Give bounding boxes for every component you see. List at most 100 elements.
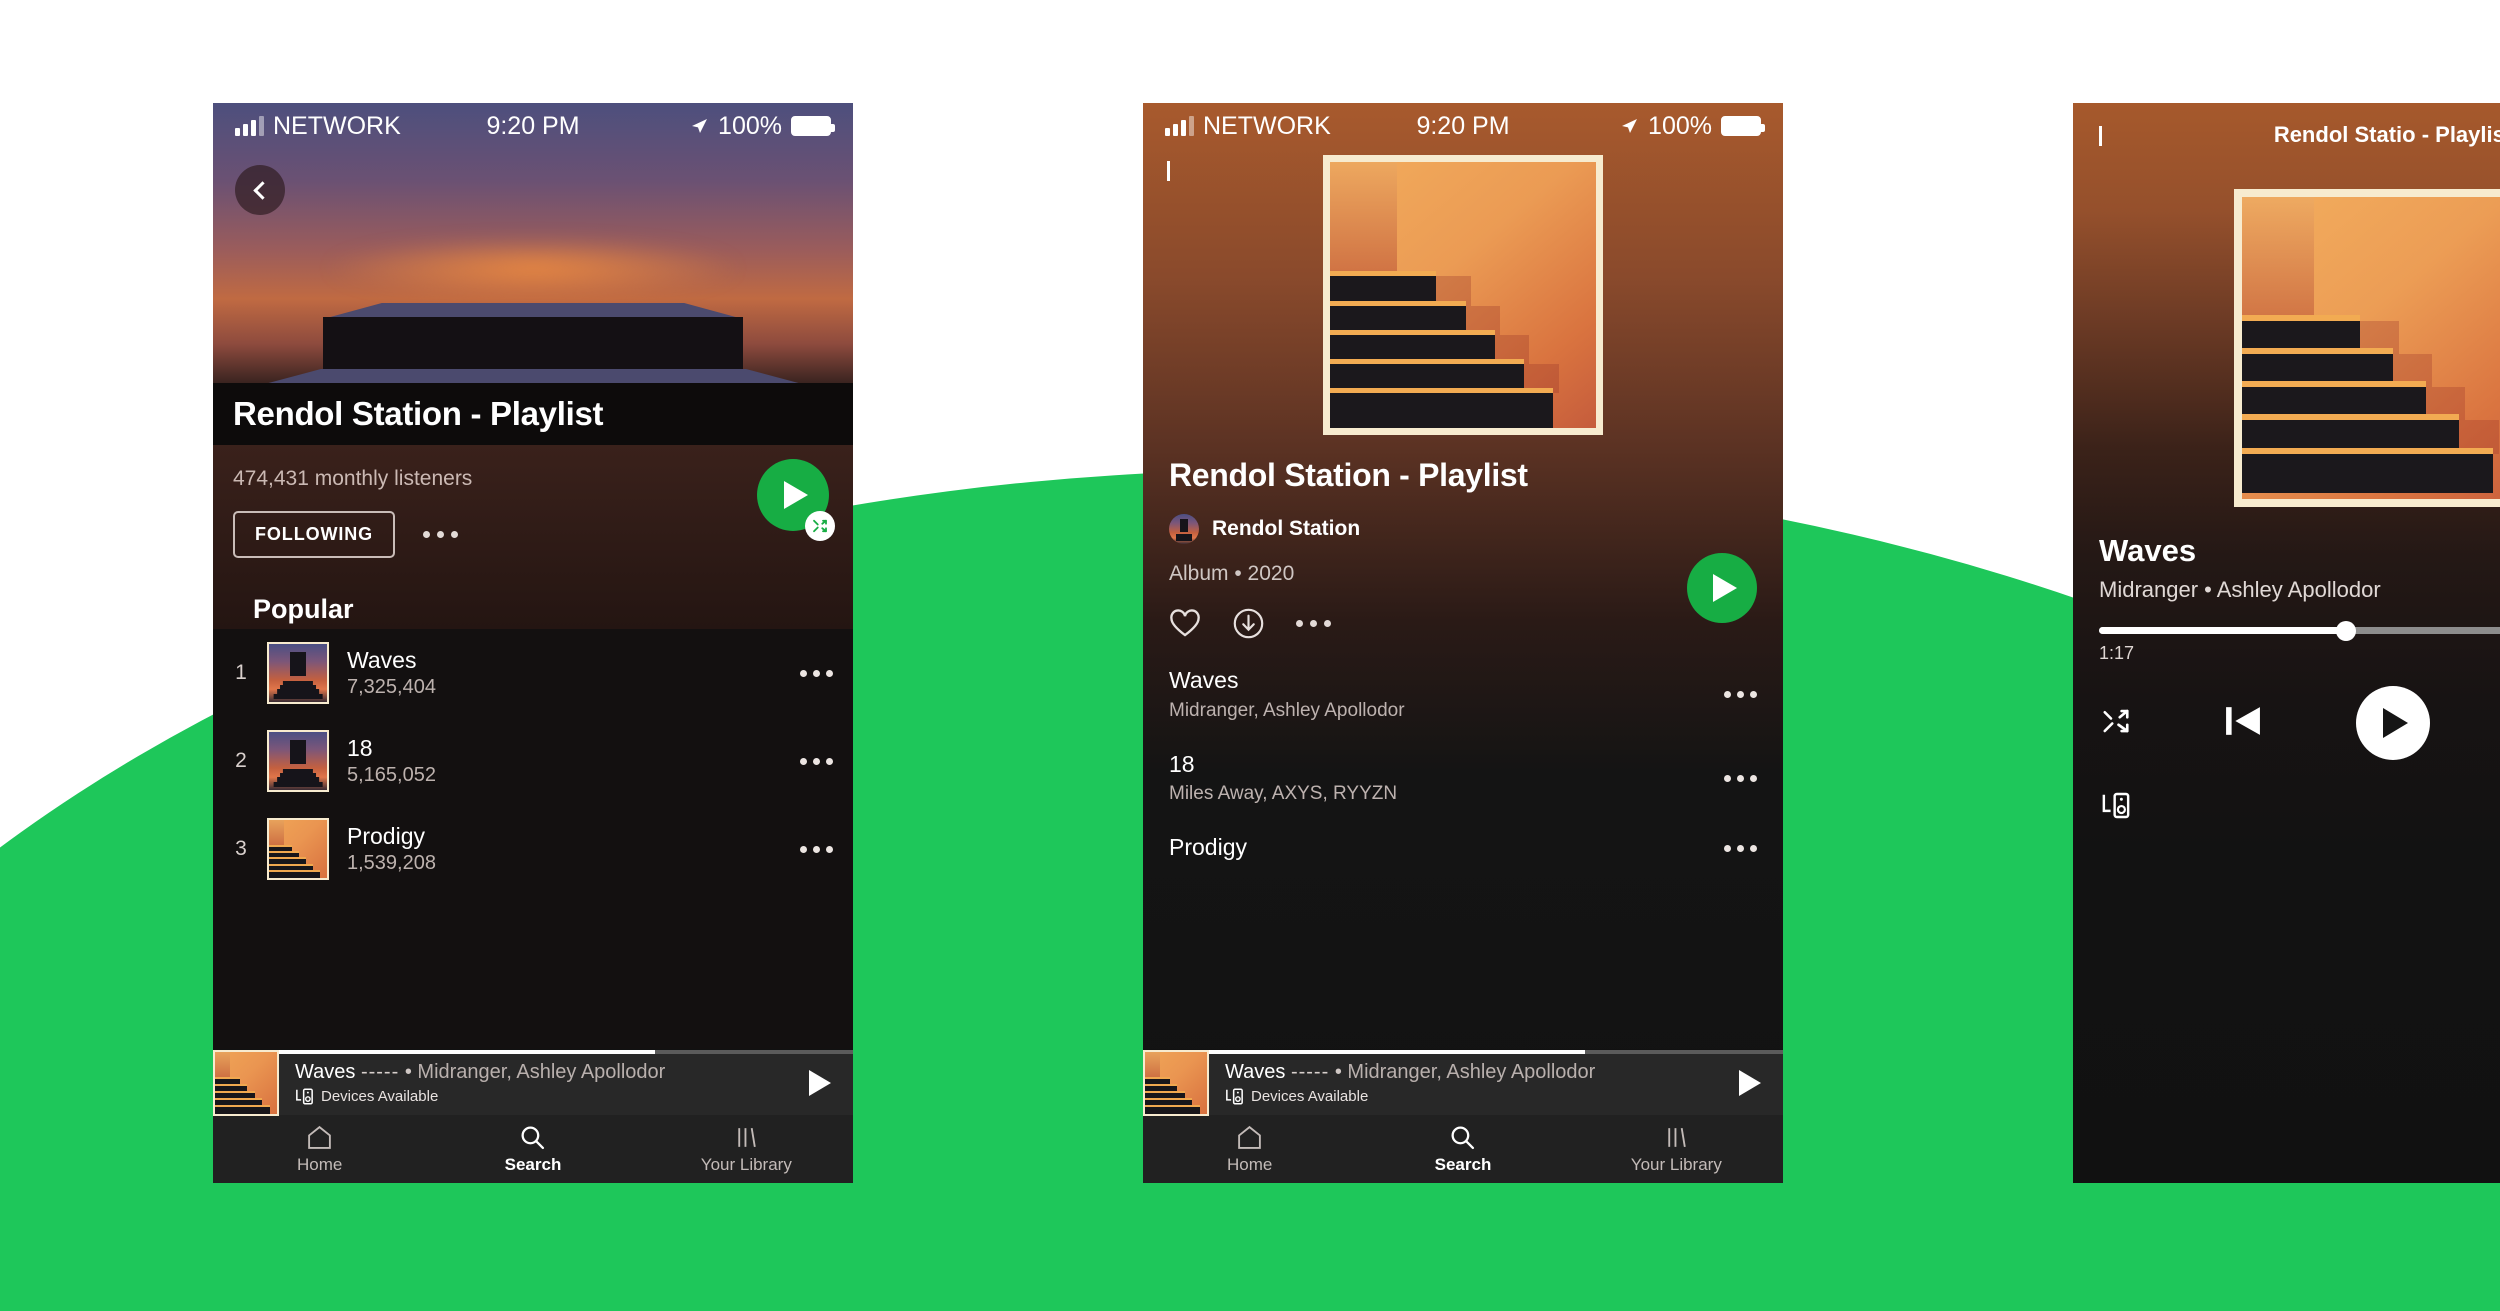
album-type-year: Album • 2020: [1169, 562, 1295, 585]
phone-artist-page: NETWORK 9:20 PM 100% Rendol Station - Pl…: [213, 103, 853, 1183]
devices-available-label: Devices Available: [321, 1088, 439, 1105]
track-play-count: 5,165,052: [347, 764, 436, 787]
hero-step-top-2: [261, 369, 806, 383]
sunset-glow: [328, 238, 738, 298]
table-row[interactable]: 1 Waves 7,325,404: [213, 629, 853, 717]
nav-label: Your Library: [700, 1154, 792, 1174]
nav-label: Search: [1434, 1154, 1492, 1174]
play-pause-button[interactable]: [2355, 686, 2430, 760]
mini-player-separator: •: [404, 1061, 412, 1083]
back-button[interactable]: [235, 165, 285, 215]
more-horizontal-icon[interactable]: [800, 669, 833, 677]
list-item[interactable]: Prodigy: [1143, 820, 1783, 876]
mini-player-progress: [213, 1050, 853, 1054]
track-name: Prodigy: [347, 822, 425, 849]
devices-available-row[interactable]: Devices Available: [295, 1088, 787, 1105]
mini-player-text: Waves ----- • Midranger, Ashley Apollodo…: [1209, 1060, 1717, 1105]
page-title: Rendol Station - Playlist: [233, 395, 604, 432]
album-actions: [1169, 608, 1757, 639]
nav-item-home[interactable]: Home: [213, 1124, 426, 1175]
track-artwork-stairs: [267, 818, 329, 880]
track-name: 18: [347, 734, 373, 761]
more-horizontal-icon[interactable]: [1724, 774, 1757, 782]
play-button[interactable]: [1687, 553, 1757, 623]
avatar: [1169, 514, 1199, 544]
devices-available-icon: [296, 1088, 313, 1105]
nav-item-search[interactable]: Search: [1356, 1124, 1569, 1175]
nav-label: Home: [296, 1154, 343, 1174]
track-rank: 3: [235, 837, 247, 860]
album-title: Rendol Station - Playlist: [1169, 457, 1528, 493]
table-row[interactable]: 3 Prodigy 1,539,208: [213, 805, 853, 893]
more-horizontal-icon[interactable]: [423, 531, 459, 538]
play-icon: [2383, 708, 2408, 738]
mini-player-artwork: [213, 1049, 279, 1116]
mini-player-artwork: [1143, 1049, 1209, 1116]
track-name: Prodigy: [1169, 834, 1247, 861]
library-icon: [1668, 1127, 1686, 1147]
devices-button[interactable]: [2101, 792, 2131, 824]
seek-slider[interactable]: [2099, 620, 2500, 641]
track-info: 18 5,165,052: [347, 734, 782, 789]
track-artwork-sunset: [267, 730, 329, 792]
artist-row[interactable]: Rendol Station: [1169, 514, 1757, 544]
mini-player-phone1[interactable]: Waves ----- • Midranger, Ashley Apollodo…: [213, 1049, 853, 1116]
mini-player-track: Waves: [295, 1061, 356, 1083]
table-row[interactable]: 2 18 5,165,052: [213, 717, 853, 805]
list-item[interactable]: 18 Miles Away, AXYS, RYYZN: [1143, 737, 1783, 821]
previous-button[interactable]: [2223, 702, 2263, 745]
devices-available-label: Devices Available: [1251, 1088, 1369, 1105]
nav-label: Search: [504, 1154, 562, 1174]
chevron-down-icon: [2099, 126, 2102, 146]
nav-item-home[interactable]: Home: [1143, 1124, 1356, 1175]
battery-full-icon: [1721, 116, 1765, 136]
shuffle-button[interactable]: [2101, 706, 2131, 741]
mini-player-phone2[interactable]: Waves ----- • Midranger, Ashley Apollodo…: [1143, 1049, 1783, 1116]
nav-item-search[interactable]: Search: [426, 1124, 639, 1175]
shuffle-icon[interactable]: [805, 511, 835, 541]
status-right: 100%: [689, 112, 835, 141]
seek-times: 1:17 3:08: [2099, 643, 2500, 664]
play-icon: [1739, 1069, 1761, 1096]
status-left: NETWORK: [235, 112, 401, 141]
search-icon: [1451, 1125, 1475, 1149]
search-icon: [521, 1125, 545, 1149]
now-playing-info: Waves Midranger • Ashley Apollodor: [2073, 507, 2500, 603]
battery-full-icon: [791, 116, 835, 136]
more-horizontal-icon[interactable]: [1724, 844, 1757, 852]
track-name: 18: [1169, 750, 1195, 777]
screenshot-canvas: NETWORK 9:20 PM 100% Rendol Station - Pl…: [0, 0, 2500, 1311]
mini-player-play-button[interactable]: [1717, 1069, 1783, 1096]
album-track-list: Waves Midranger, Ashley Apollodor 18 Mil…: [1143, 653, 1783, 1049]
nav-label: Home: [1226, 1154, 1273, 1174]
more-horizontal-icon[interactable]: [800, 757, 833, 765]
mini-player-play-button[interactable]: [787, 1069, 853, 1096]
chevron-left-icon: [252, 180, 272, 200]
more-horizontal-icon[interactable]: [1724, 691, 1757, 699]
heart-outline-icon[interactable]: [1169, 608, 1201, 639]
nav-item-your-library[interactable]: Your Library: [640, 1124, 853, 1175]
mini-player-separator: •: [1334, 1061, 1342, 1083]
mini-player-track: Waves: [1225, 1061, 1286, 1083]
collapse-button[interactable]: [2099, 126, 2102, 146]
track-artists: Midranger, Ashley Apollodor: [1169, 699, 1405, 721]
now-playing-title: Rendol Statio - Playlist: [2273, 122, 2500, 147]
more-horizontal-icon[interactable]: [1296, 620, 1331, 627]
download-circle-icon[interactable]: [1233, 608, 1264, 639]
mini-player-dashes: -----: [360, 1061, 400, 1083]
phone-now-playing: Rendol Statio - Playlist Waves Midranger…: [2073, 103, 2500, 1183]
play-icon: [809, 1069, 831, 1096]
track-play-count: 7,325,404: [347, 676, 436, 699]
more-horizontal-icon[interactable]: [800, 845, 833, 853]
nav-item-your-library[interactable]: Your Library: [1570, 1124, 1783, 1175]
library-icon: [738, 1127, 756, 1147]
devices-available-row[interactable]: Devices Available: [1225, 1088, 1717, 1105]
back-button[interactable]: [1167, 161, 1170, 181]
phone-album-page: NETWORK 9:20 PM 100% Rendol Station - Pl…: [1143, 103, 1783, 1183]
devices-available-icon: [2102, 792, 2130, 819]
status-right: 100%: [1619, 112, 1765, 141]
list-item[interactable]: Waves Midranger, Ashley Apollodor: [1143, 653, 1783, 737]
now-playing-footer: [2073, 760, 2500, 824]
track-name: Waves: [347, 646, 417, 673]
following-button[interactable]: FOLLOWING: [233, 511, 396, 558]
